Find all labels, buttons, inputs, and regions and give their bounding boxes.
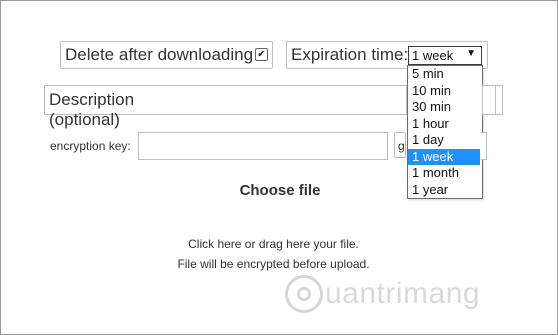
expiration-option-item[interactable]: 5 min	[408, 66, 480, 82]
description-input-edge	[482, 85, 496, 115]
expiration-option-item[interactable]: 30 min	[408, 99, 480, 115]
expiration-option-item-selected[interactable]: 1 week	[408, 148, 480, 165]
watermark-logo-icon	[285, 275, 323, 313]
watermark-text: uantrimang	[325, 277, 481, 310]
description-label-box: Description (optional)	[44, 85, 210, 129]
expiration-option-item[interactable]: 10 min	[408, 83, 480, 99]
generate-key-button-edge	[481, 132, 487, 160]
choose-file-button[interactable]: Choose file	[1, 182, 558, 199]
expiration-selected-value: 1 week	[412, 48, 454, 63]
expiration-dropdown-list: 5 min 10 min 30 min 1 hour 1 day 1 week …	[407, 65, 483, 199]
encryption-key-label: encryption key:	[50, 139, 131, 153]
encryption-key-input[interactable]	[138, 132, 388, 160]
delete-after-download-option[interactable]: Delete after downloading ✔	[60, 41, 273, 69]
delete-after-download-checkbox[interactable]: ✔	[255, 48, 268, 61]
generate-key-button[interactable]: g	[394, 132, 406, 158]
expiration-option-item[interactable]: 1 month	[408, 165, 480, 181]
delete-after-download-label: Delete after downloading	[65, 45, 254, 64]
expiration-option-item[interactable]: 1 hour	[408, 116, 480, 132]
expiration-option-item[interactable]: 1 day	[408, 132, 480, 148]
upload-hint[interactable]: Click here or drag here your file.	[1, 237, 546, 251]
expiration-select[interactable]: 1 week ▼	[408, 46, 482, 65]
expiration-label: Expiration time:	[291, 45, 409, 64]
description-input[interactable]	[208, 85, 407, 115]
encryption-notice: File will be encrypted before upload.	[177, 257, 370, 271]
description-input-edge	[495, 85, 503, 115]
description-label: Description (optional)	[49, 90, 135, 129]
chevron-down-icon: ▼	[466, 48, 476, 59]
page-frame: Delete after downloading ✔ Expiration ti…	[0, 0, 558, 335]
